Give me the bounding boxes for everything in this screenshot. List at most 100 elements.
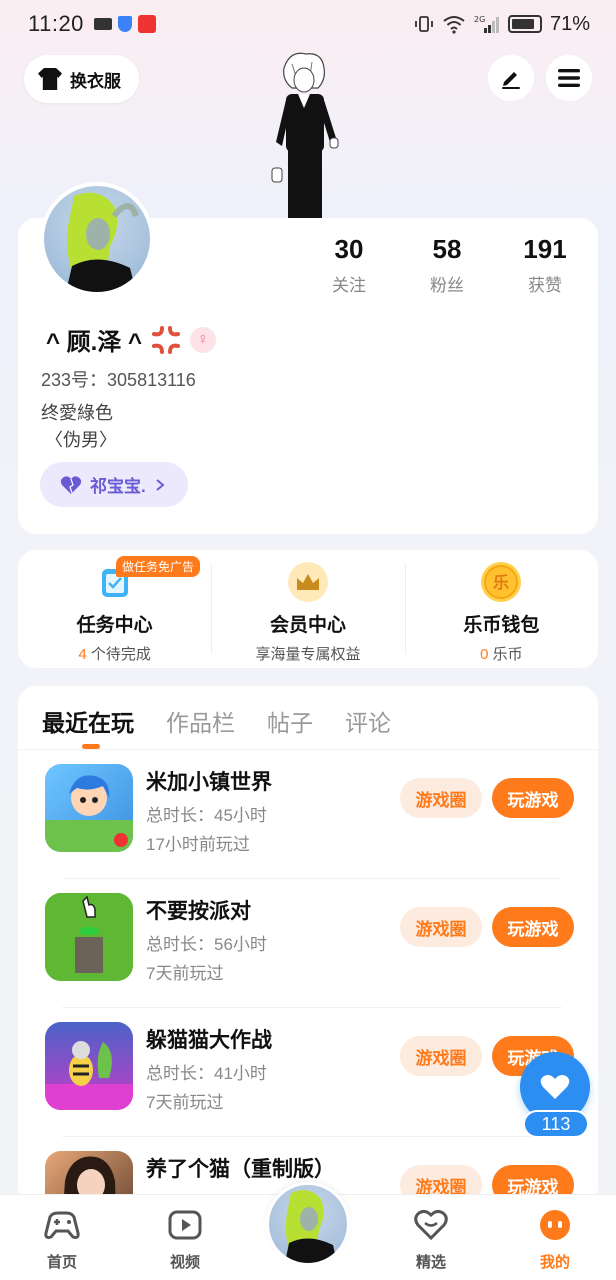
game-name: 不要按派对 xyxy=(146,900,251,923)
game-last-played: 17小时前玩过 xyxy=(146,835,250,854)
purple-heart-icon xyxy=(60,475,82,494)
change-outfit-label: 换衣服 xyxy=(70,71,121,91)
center-avatar-button[interactable] xyxy=(266,1182,350,1266)
avatar-character-figure[interactable] xyxy=(262,50,342,220)
crown-icon xyxy=(287,562,328,602)
chevron-right-icon xyxy=(156,478,165,491)
floating-like-button[interactable]: 113 xyxy=(520,1052,592,1140)
member-center-entry[interactable]: 会员中心 享海量专属权益 xyxy=(211,550,404,668)
game-row[interactable]: 米加小镇世界 总时长：45小时 17小时前玩过 游戏圈 玩游戏 xyxy=(40,750,580,879)
game-duration: 总时长：41小时 xyxy=(146,1064,267,1083)
service-subtitle: 享海量专属权益 xyxy=(255,646,361,663)
tab-posts[interactable]: 帖子 xyxy=(267,704,313,749)
profile-tabs: 最近在玩 作品栏 帖子 评论 xyxy=(18,686,598,750)
heart-outline-icon xyxy=(414,1209,448,1241)
pencil-icon xyxy=(502,72,520,89)
network-label: 2G xyxy=(474,15,485,24)
menu-button[interactable] xyxy=(546,55,592,101)
no-ads-badge: 做任务免广告 xyxy=(116,556,201,577)
game-row[interactable]: 不要按派对 总时长：56小时 7天前玩过 游戏圈 玩游戏 xyxy=(40,879,580,1008)
stat-fans[interactable]: 58 粉丝 xyxy=(398,234,496,296)
avatar-image xyxy=(66,192,139,292)
nav-label: 我的 xyxy=(539,1254,570,1271)
wifi-icon xyxy=(443,16,465,34)
service-title: 会员中心 xyxy=(269,615,346,636)
partner-name: 祁宝宝. xyxy=(90,477,146,496)
edit-profile-button[interactable] xyxy=(488,55,534,101)
play-game-button[interactable]: 玩游戏 xyxy=(492,778,574,818)
battery-percent: 71% xyxy=(549,12,590,35)
female-gender-icon: ♀ xyxy=(190,326,217,353)
video-play-icon xyxy=(168,1210,202,1240)
service-subtitle: 0 乐币 xyxy=(405,643,598,664)
task-center-entry[interactable]: 做任务免广告 任务中心 4 个待完成 xyxy=(18,550,211,668)
smiley-face-icon xyxy=(540,1210,570,1240)
game-thumbnail xyxy=(45,893,133,981)
pending-count: 4 xyxy=(78,646,87,663)
tab-comments[interactable]: 评论 xyxy=(345,704,391,749)
stat-likes[interactable]: 191 获赞 xyxy=(496,234,594,296)
activity-card: 最近在玩 作品栏 帖子 评论 米加小镇世界 总时长：45小时 17小时前玩过 游… xyxy=(18,686,598,1206)
stat-value: 191 xyxy=(523,234,567,264)
service-subtitle-text: 个待完成 xyxy=(86,646,151,663)
nav-featured[interactable]: 精选 xyxy=(391,1209,471,1272)
status-bar: 11:20 2G 71% xyxy=(0,0,616,48)
app-notification-icon xyxy=(137,15,156,33)
nav-label: 精选 xyxy=(415,1254,446,1271)
game-name: 躲猫猫大作战 xyxy=(146,1029,272,1052)
services-card: 做任务免广告 任务中心 4 个待完成 会员中心 享海量专属权益 乐 乐币钱包 0… xyxy=(18,550,598,668)
avatar-image xyxy=(285,1190,337,1263)
game-circle-button[interactable]: 游戏圈 xyxy=(400,778,482,818)
username-row: ^ 顾.泽 ^ ♀ xyxy=(46,322,217,357)
stat-following[interactable]: 30 关注 xyxy=(300,234,398,296)
stat-value: 58 xyxy=(432,234,462,264)
shield-icon xyxy=(117,16,132,32)
game-duration: 总时长：45小时 xyxy=(146,806,267,825)
game-name: 米加小镇世界 xyxy=(146,771,272,794)
coin-icon: 乐 xyxy=(481,562,522,602)
signal-icon: 2G xyxy=(474,15,499,33)
gamepad-icon xyxy=(44,1211,80,1239)
game-circle-button[interactable]: 游戏圈 xyxy=(400,907,482,947)
username: ^ 顾.泽 ^ xyxy=(46,329,143,356)
game-thumbnail xyxy=(45,1022,133,1110)
user-id: 233号：305813116 xyxy=(41,370,196,390)
user-bio: 终愛綠色 〈伪男〉 xyxy=(41,400,117,454)
nav-mine[interactable]: 我的 xyxy=(515,1209,595,1272)
service-subtitle: 4 个待完成 xyxy=(18,643,211,664)
stat-label: 获赞 xyxy=(528,276,562,295)
game-circle-button[interactable]: 游戏圈 xyxy=(400,1036,482,1076)
bio-line: 终愛綠色 xyxy=(41,403,113,423)
game-last-played: 7天前玩过 xyxy=(146,964,224,983)
partner-button[interactable]: 祁宝宝. xyxy=(40,462,188,507)
tab-recently-played[interactable]: 最近在玩 xyxy=(42,704,134,749)
change-outfit-button[interactable]: 换衣服 xyxy=(24,55,139,103)
anger-symbol-icon xyxy=(152,325,181,354)
nav-label: 视频 xyxy=(169,1254,200,1271)
tab-works[interactable]: 作品栏 xyxy=(166,704,235,749)
game-name: 养了个猫（重制版） xyxy=(146,1158,335,1181)
game-thumbnail xyxy=(45,764,133,852)
shirt-icon xyxy=(38,68,62,90)
profile-stats: 30 关注 58 粉丝 191 获赞 xyxy=(300,234,594,296)
game-duration: 总时长：56小时 xyxy=(146,935,267,954)
vibrate-icon xyxy=(415,16,433,32)
service-subtitle-text: 乐币 xyxy=(488,646,523,663)
nav-video[interactable]: 视频 xyxy=(145,1209,225,1272)
game-last-played: 7天前玩过 xyxy=(146,1093,224,1112)
bio-line: 〈伪男〉 xyxy=(45,430,117,450)
nav-home[interactable]: 首页 xyxy=(22,1209,102,1272)
game-row[interactable]: 躲猫猫大作战 总时长：41小时 7天前玩过 游戏圈 玩游戏 xyxy=(40,1008,580,1137)
stat-value: 30 xyxy=(334,234,364,264)
svg-text:乐: 乐 xyxy=(493,573,509,592)
like-count: 113 xyxy=(523,1110,589,1138)
service-title: 乐币钱包 xyxy=(463,615,540,636)
play-game-button[interactable]: 玩游戏 xyxy=(492,907,574,947)
stat-label: 关注 xyxy=(332,276,366,295)
coin-wallet-entry[interactable]: 乐 乐币钱包 0 乐币 xyxy=(404,550,598,668)
nav-label: 首页 xyxy=(46,1254,77,1271)
service-title: 任务中心 xyxy=(76,615,153,636)
battery-icon xyxy=(507,15,542,33)
user-avatar[interactable] xyxy=(40,182,154,296)
video-camera-icon xyxy=(93,18,112,30)
